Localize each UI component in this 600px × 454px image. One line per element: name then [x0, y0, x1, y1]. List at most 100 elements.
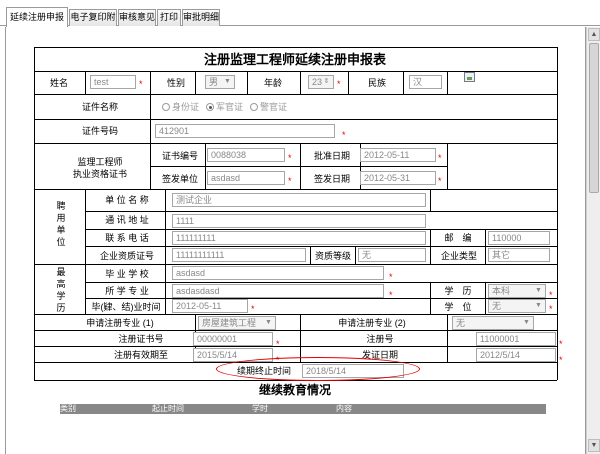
major-label: 所 学 专 业	[105, 286, 149, 296]
id-type-radio-officer[interactable]: 军官证	[206, 101, 243, 113]
reg-cert-no-label: 注册证书号	[118, 334, 164, 344]
chevron-down-icon: ▼	[265, 319, 272, 326]
required-star: *	[389, 272, 393, 282]
qual-cert-field[interactable]: 11111111111	[172, 248, 306, 262]
required-star: *	[276, 339, 280, 349]
phone-label: 联 系 电 话	[105, 233, 149, 243]
id-type-radio-police[interactable]: 警官证	[250, 101, 287, 113]
required-star: *	[337, 79, 341, 89]
cert-group-label-1: 监理工程师	[77, 157, 123, 167]
col-header: 类别	[60, 404, 76, 413]
reg-no-label: 注册号	[366, 334, 394, 344]
scroll-down-icon[interactable]: ▼	[588, 439, 600, 452]
tab-print[interactable]: 打印	[157, 9, 181, 26]
zip-field[interactable]: 110000	[488, 231, 550, 245]
id-number-field[interactable]: 412901	[155, 124, 335, 138]
company-type-field[interactable]: 其它	[488, 248, 550, 262]
reg-major2-label: 申请注册专业 (2)	[338, 318, 406, 328]
required-star: *	[549, 290, 553, 300]
address-label: 通 讯 地 址	[105, 215, 149, 225]
cert-issue-date-field[interactable]: 2012/5/14	[476, 348, 556, 362]
gender-select[interactable]: 男 ▼	[205, 75, 235, 89]
required-star: *	[438, 153, 442, 163]
reg-major2-select[interactable]: 无 ▼	[452, 316, 534, 330]
school-field[interactable]: asdasd	[172, 266, 384, 280]
ethnicity-label: 民族	[367, 78, 386, 88]
degree-select[interactable]: 无 ▼	[488, 299, 546, 313]
gender-label: 性别	[166, 78, 185, 88]
degree-label: 学 位	[444, 302, 472, 312]
age-stepper[interactable]: 23 ⇕	[308, 75, 334, 89]
name-label: 姓名	[49, 78, 68, 88]
required-star: *	[389, 290, 393, 300]
approve-date-field[interactable]: 2012-05-11	[360, 148, 436, 162]
phone-field[interactable]: 111111111	[172, 231, 426, 245]
required-star: *	[139, 79, 143, 89]
required-star: *	[559, 355, 563, 365]
highlight-annotation	[216, 357, 420, 381]
age-label: 年龄	[263, 78, 282, 88]
required-star: *	[288, 176, 292, 186]
reg-major1-select[interactable]: 房屋建筑工程 ▼	[198, 316, 276, 330]
vertical-scrollbar[interactable]: ▲ ▼	[586, 27, 600, 454]
major-field[interactable]: asdasdasd	[172, 284, 384, 298]
school-label: 毕 业 学 校	[105, 269, 149, 279]
grad-date-label: 毕(肄、结)业时间	[91, 302, 161, 312]
issuer-label: 签发单位	[161, 174, 198, 184]
employer-group-label: 聘用单位	[56, 201, 66, 247]
issuer-field[interactable]: asdasd	[207, 171, 285, 185]
required-star: *	[549, 304, 553, 314]
tab-attachments[interactable]: 电子复印附件	[69, 9, 117, 37]
tab-renewal-form[interactable]: 延续注册申报表	[6, 7, 68, 40]
issue-date-field[interactable]: 2012-05-31	[360, 171, 436, 185]
issue-date-label: 签发日期	[313, 174, 350, 184]
photo-icon[interactable]	[464, 72, 475, 82]
reg-major1-label: 申请注册专业 (1)	[86, 318, 154, 328]
company-type-label: 企业类型	[440, 251, 477, 261]
scroll-thumb[interactable]	[589, 43, 599, 193]
chevron-down-icon: ▼	[535, 287, 542, 294]
education-table-header: 类别 起止时间 学时 内容	[60, 404, 546, 414]
required-star: *	[251, 304, 255, 314]
required-star: *	[288, 153, 292, 163]
education-label: 学 历	[444, 286, 472, 296]
name-field[interactable]: test	[90, 75, 136, 89]
education-select[interactable]: 本科 ▼	[488, 284, 546, 298]
chevron-down-icon: ▼	[535, 302, 542, 309]
cert-group-label-2: 执业资格证书	[72, 169, 127, 179]
scroll-up-icon[interactable]: ▲	[588, 28, 600, 41]
reg-no-field[interactable]: 11000001	[476, 332, 556, 346]
tab-bar: 延续注册申报表 电子复印附件 审核意见 打印 审批明细	[0, 0, 600, 40]
col-header: 学时	[252, 404, 268, 413]
unit-name-field[interactable]: 测试企业	[172, 193, 426, 207]
edu-group-label: 最高学历	[56, 267, 66, 313]
grad-date-field[interactable]: 2012-05-11	[172, 299, 248, 313]
zip-label: 邮 编	[444, 233, 472, 243]
required-star: *	[438, 176, 442, 186]
qual-level-label: 资质等级	[314, 251, 351, 261]
qual-level-field[interactable]: 无	[358, 248, 426, 262]
form-title: 注册监理工程师延续注册申报表	[203, 53, 386, 68]
ethnicity-field[interactable]: 汉	[409, 75, 442, 89]
reg-cert-no-field[interactable]: 00000001	[193, 332, 273, 346]
chevron-down-icon: ▼	[523, 319, 530, 326]
required-star: *	[559, 339, 563, 349]
stepper-arrows-icon: ⇕	[323, 78, 330, 85]
cert-no-label: 证书编号	[161, 151, 198, 161]
chevron-down-icon: ▼	[224, 78, 231, 85]
address-field[interactable]: 1111	[172, 214, 426, 228]
cert-no-field[interactable]: 0088038	[207, 148, 285, 162]
tab-approval-detail[interactable]: 审批明细	[182, 9, 220, 26]
col-header: 内容	[336, 404, 352, 413]
unit-name-label: 单 位 名 称	[105, 195, 149, 205]
qual-cert-label: 企业资质证号	[99, 251, 154, 261]
tab-review[interactable]: 审核意见	[118, 9, 156, 26]
reg-valid-until-label: 注册有效期至	[113, 350, 168, 360]
approve-date-label: 批准日期	[313, 151, 350, 161]
required-star: *	[342, 130, 346, 140]
id-type-radio-idcard[interactable]: 身份证	[162, 101, 199, 113]
id-type-label: 证件名称	[81, 102, 118, 112]
id-number-label: 证件号码	[81, 126, 118, 136]
col-header: 起止时间	[152, 404, 184, 413]
section-title-continuing-education: 继续教育情况	[258, 383, 331, 397]
